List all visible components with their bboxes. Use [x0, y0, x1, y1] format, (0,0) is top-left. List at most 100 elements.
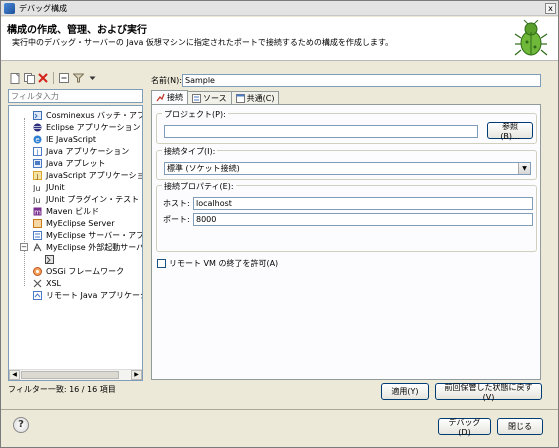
ie-icon: e: [33, 135, 42, 144]
svg-text:J: J: [35, 148, 38, 156]
filter-status: フィルター一致: 16 / 16 項目: [8, 385, 116, 394]
tab-label: 接続: [167, 93, 183, 102]
tree-item-label: IE JavaScript: [46, 134, 97, 144]
tree-item-myeclipse-server[interactable]: MyEclipse Server: [33, 217, 114, 229]
tree-item-label: JUnit プラグイン・テスト: [46, 194, 140, 204]
tree-item-junit-plugin[interactable]: Ju JUnit プラグイン・テスト: [33, 193, 139, 205]
connection-type-select[interactable]: 標準 (ソケット接続) ▼: [164, 162, 531, 175]
java-applet-icon: [33, 158, 42, 168]
bug-icon: [514, 20, 548, 56]
tree-item-label: Java アプリケーション: [46, 146, 130, 156]
tree-item-label: MyEclipse サーバー・アプリケー: [46, 230, 143, 240]
scroll-right-icon[interactable]: ▶: [131, 370, 142, 380]
tree-item-java-applet[interactable]: Java アプレット: [33, 157, 105, 169]
name-field[interactable]: [181, 73, 541, 87]
scroll-left-icon[interactable]: ◀: [9, 370, 20, 380]
port-field[interactable]: [193, 213, 533, 226]
tab-common[interactable]: 共通(C): [230, 91, 280, 104]
tree-item-java-app[interactable]: J Java アプリケーション: [33, 145, 129, 157]
close-window-button[interactable]: x: [545, 3, 556, 14]
revert-button[interactable]: 前回保管した状態に戻す(V): [435, 383, 542, 402]
connection-props-legend: 接続プロパティ(E):: [162, 181, 236, 192]
header-description: 実行中のデバッグ・サーバーの Java 仮想マシンに指定されたポートで接続するた…: [12, 38, 394, 47]
close-button[interactable]: 閉じる: [497, 418, 543, 435]
tree-item-label: Maven ビルド: [46, 206, 100, 216]
app-icon: [4, 2, 15, 14]
host-row: ホスト:: [163, 197, 533, 210]
myeclipse-app-icon: [33, 230, 42, 240]
dialog-header: 構成の作成、管理、および実行 実行中のデバッグ・サーバーの Java 仮想マシン…: [1, 17, 558, 61]
tree-item-ie-javascript[interactable]: e IE JavaScript: [33, 133, 96, 145]
eclipse-icon: [33, 123, 42, 131]
toolbar-separator: [53, 72, 54, 84]
tab-label: 共通(C): [246, 93, 275, 103]
tree-item-remote-java-app[interactable]: リモート Java アプリケーション: [33, 289, 142, 301]
tree-item-cosminexus-batch[interactable]: Cosminexus バッチ・アプリケーシ: [33, 109, 142, 121]
tree-item-label: MyEclipse 外部起動サーバー: [46, 242, 143, 252]
osgi-icon: [33, 266, 42, 276]
allow-terminate-checkbox[interactable]: [157, 259, 166, 268]
tree-item-myeclipse-external-server[interactable]: MyEclipse 外部起動サーバー: [33, 241, 143, 253]
collapse-toggle-icon[interactable]: −: [20, 243, 28, 251]
tree-item-label: リモート Java アプリケーション: [46, 290, 142, 300]
project-field[interactable]: [164, 125, 478, 138]
duplicate-icon[interactable]: [23, 72, 35, 84]
xsl-icon: [33, 279, 42, 287]
common-icon: [235, 93, 245, 103]
svg-text:m: m: [34, 208, 41, 216]
batch-icon: [33, 110, 42, 120]
help-icon[interactable]: ?: [13, 417, 29, 433]
allow-terminate-label: リモート VM の終了を許可(A): [169, 259, 279, 268]
debug-configurations-window: デバッグ構成 x 構成の作成、管理、および実行 実行中のデバッグ・サーバーの J…: [0, 0, 559, 448]
tree-horizontal-scrollbar[interactable]: ◀ ▶: [9, 369, 142, 380]
myeclipse-server-icon: [33, 218, 42, 228]
java-app-icon: J: [33, 146, 42, 156]
tree-item-eclipse-app[interactable]: Eclipse アプリケーション: [33, 121, 140, 133]
tab-source[interactable]: ソース: [187, 91, 232, 104]
tree-item-label: JavaScript アプリケーション: [46, 170, 143, 180]
new-config-icon[interactable]: [9, 72, 21, 84]
myeclipse-external-icon: [33, 242, 42, 251]
tab-connect[interactable]: 接続: [151, 90, 188, 104]
tree-item-label: MyEclipse Server: [46, 218, 115, 228]
apply-button[interactable]: 適用(Y): [381, 383, 429, 400]
debug-button[interactable]: デバッグ(D): [438, 418, 491, 437]
filter-icon[interactable]: [72, 72, 84, 84]
tree-item-xsl[interactable]: XSL: [33, 277, 61, 289]
tree-item-osgi-framework[interactable]: OSGi フレームワーク: [33, 265, 124, 277]
config-icon: [45, 254, 54, 264]
delete-icon[interactable]: [37, 72, 49, 84]
allow-terminate-row[interactable]: リモート VM の終了を許可(A): [157, 258, 278, 269]
source-icon: [192, 93, 201, 103]
tree-guide-line: [24, 118, 25, 286]
config-list-pane: Cosminexus バッチ・アプリケーシ Eclipse アプリケーション e…: [8, 69, 143, 404]
collapse-all-icon[interactable]: [58, 72, 70, 84]
config-toolbar: [8, 69, 143, 87]
connection-type-legend: 接続タイプ(I):: [162, 146, 218, 157]
connect-tab-panel: プロジェクト(P): 参照(B)... 接続タイプ(I): 標準 (ソケット接続…: [151, 104, 541, 380]
svg-text:e: e: [35, 136, 39, 144]
chevron-down-icon[interactable]: ▼: [518, 163, 530, 174]
host-label: ホスト:: [163, 199, 190, 208]
tree-item-maven-build[interactable]: m Maven ビルド: [33, 205, 99, 217]
chevron-down-icon[interactable]: [86, 72, 98, 84]
filter-input[interactable]: [8, 89, 143, 103]
tree-item-external-config[interactable]: [45, 253, 58, 265]
connection-type-group: 接続タイプ(I): 標準 (ソケット接続) ▼: [156, 146, 537, 180]
junit-icon: Ju: [33, 184, 40, 192]
host-field[interactable]: [193, 197, 533, 210]
js-icon: J: [33, 170, 42, 180]
scroll-thumb[interactable]: [21, 371, 119, 379]
tree-item-junit[interactable]: Ju JUnit: [33, 181, 65, 193]
browse-button[interactable]: 参照(B)...: [487, 122, 533, 141]
port-label: ポート:: [163, 215, 190, 224]
connect-icon: [156, 93, 165, 102]
svg-text:Ju: Ju: [33, 184, 40, 192]
title-bar: デバッグ構成 x: [1, 1, 558, 16]
maven-icon: m: [33, 207, 42, 216]
name-label: 名前(N):: [151, 75, 182, 85]
tree-item-javascript-app[interactable]: J JavaScript アプリケーション: [33, 169, 143, 181]
tree-item-myeclipse-server-app[interactable]: MyEclipse サーバー・アプリケー: [33, 229, 143, 241]
svg-text:J: J: [36, 173, 39, 180]
name-row: 名前(N):: [151, 73, 541, 87]
